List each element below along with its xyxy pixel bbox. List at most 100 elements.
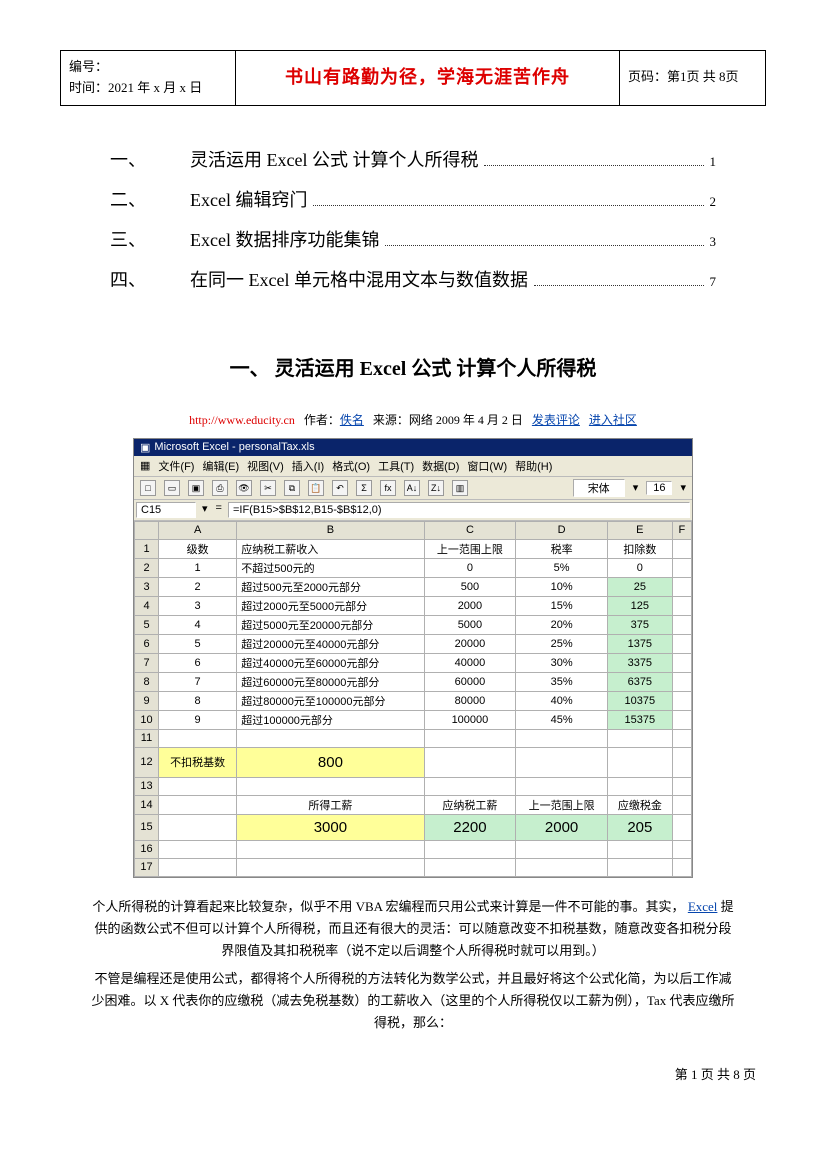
cell[interactable]: 不扣税基数	[159, 747, 237, 777]
cell[interactable]	[159, 858, 237, 876]
menu-item[interactable]: 视图(V)	[247, 458, 284, 474]
cell[interactable]	[237, 840, 424, 858]
cell[interactable]: 2200	[424, 814, 516, 840]
cell[interactable]: 超过60000元至80000元部分	[237, 672, 424, 691]
cell[interactable]: 40%	[516, 691, 608, 710]
cell[interactable]	[516, 840, 608, 858]
menu-item[interactable]: 帮助(H)	[515, 458, 552, 474]
cell[interactable]	[607, 840, 672, 858]
sort-asc-icon[interactable]: A↓	[404, 480, 420, 496]
cell[interactable]	[672, 691, 691, 710]
cell[interactable]	[672, 840, 691, 858]
paste-icon[interactable]: 📋	[308, 480, 324, 496]
cell[interactable]	[424, 858, 516, 876]
cell[interactable]	[159, 795, 237, 814]
cell[interactable]: 4	[159, 615, 237, 634]
namebox-dropdown-icon[interactable]: ▾	[198, 500, 212, 520]
cell[interactable]: 应纳税工薪收入	[237, 539, 424, 558]
cell[interactable]: 应纳税工薪	[424, 795, 516, 814]
undo-icon[interactable]: ↶	[332, 480, 348, 496]
new-icon[interactable]: □	[140, 480, 156, 496]
cell[interactable]: 15%	[516, 596, 608, 615]
cell[interactable]: 10375	[607, 691, 672, 710]
cell[interactable]: 超过2000元至5000元部分	[237, 596, 424, 615]
cell[interactable]	[237, 729, 424, 747]
cell[interactable]: 40000	[424, 653, 516, 672]
row-header[interactable]: 6	[135, 634, 159, 653]
cell[interactable]: 级数	[159, 539, 237, 558]
row-header[interactable]: 2	[135, 558, 159, 577]
cell[interactable]: 3000	[237, 814, 424, 840]
cell[interactable]: 上一范围上限	[424, 539, 516, 558]
cell[interactable]	[672, 615, 691, 634]
cell[interactable]	[424, 777, 516, 795]
cell[interactable]	[672, 814, 691, 840]
sum-icon[interactable]: Σ	[356, 480, 372, 496]
menu-item[interactable]: 插入(I)	[292, 458, 324, 474]
cell[interactable]: 3375	[607, 653, 672, 672]
toc-item[interactable]: 三、 Excel 数据排序功能集锦 3	[110, 226, 716, 252]
cell[interactable]: 2000	[424, 596, 516, 615]
cell[interactable]	[159, 814, 237, 840]
cell[interactable]: 5000	[424, 615, 516, 634]
cell[interactable]: 20000	[424, 634, 516, 653]
cell[interactable]: 1	[159, 558, 237, 577]
cell[interactable]	[159, 840, 237, 858]
toc-item[interactable]: 二、 Excel 编辑窍门 2	[110, 186, 716, 212]
row-header[interactable]: 12	[135, 747, 159, 777]
cell[interactable]	[516, 729, 608, 747]
row-header[interactable]: 5	[135, 615, 159, 634]
cell[interactable]: 6	[159, 653, 237, 672]
cell[interactable]	[672, 729, 691, 747]
cell[interactable]: 0	[607, 558, 672, 577]
cell[interactable]: 80000	[424, 691, 516, 710]
fx-icon[interactable]: fx	[380, 480, 396, 496]
cell-reference[interactable]: C15	[136, 502, 196, 518]
cell[interactable]	[607, 747, 672, 777]
menu-item[interactable]: 文件(F)	[158, 458, 194, 474]
cell[interactable]	[672, 634, 691, 653]
chart-icon[interactable]: ▥	[452, 480, 468, 496]
row-header[interactable]: 17	[135, 858, 159, 876]
cell[interactable]	[672, 672, 691, 691]
row-header[interactable]: 15	[135, 814, 159, 840]
cell[interactable]: 超过5000元至20000元部分	[237, 615, 424, 634]
col-header[interactable]: B	[237, 521, 424, 539]
cell[interactable]	[516, 747, 608, 777]
cell[interactable]: 所得工薪	[237, 795, 424, 814]
save-icon[interactable]: ▣	[188, 480, 204, 496]
cell[interactable]: 0	[424, 558, 516, 577]
cell[interactable]: 1375	[607, 634, 672, 653]
col-header[interactable]: A	[159, 521, 237, 539]
row-header[interactable]: 9	[135, 691, 159, 710]
cell[interactable]: 9	[159, 710, 237, 729]
cell[interactable]	[607, 777, 672, 795]
cell[interactable]	[424, 840, 516, 858]
sort-desc-icon[interactable]: Z↓	[428, 480, 444, 496]
row-header[interactable]: 16	[135, 840, 159, 858]
cell[interactable]: 500	[424, 577, 516, 596]
font-dropdown-icon[interactable]: ▾	[633, 481, 639, 494]
cell[interactable]	[237, 777, 424, 795]
cell[interactable]: 超过100000元部分	[237, 710, 424, 729]
row-header[interactable]: 11	[135, 729, 159, 747]
cell[interactable]	[516, 777, 608, 795]
cell[interactable]	[672, 577, 691, 596]
cell[interactable]: 800	[237, 747, 424, 777]
cell[interactable]: 7	[159, 672, 237, 691]
font-size-select[interactable]: 16	[646, 481, 672, 495]
row-header[interactable]: 7	[135, 653, 159, 672]
menu-item[interactable]: 编辑(E)	[202, 458, 239, 474]
cell[interactable]	[672, 747, 691, 777]
cell[interactable]	[516, 858, 608, 876]
row-header[interactable]: 10	[135, 710, 159, 729]
cell[interactable]: 125	[607, 596, 672, 615]
cell[interactable]: 税率	[516, 539, 608, 558]
cell[interactable]: 2000	[516, 814, 608, 840]
row-header[interactable]: 3	[135, 577, 159, 596]
cell[interactable]	[672, 596, 691, 615]
cell[interactable]	[607, 858, 672, 876]
cell[interactable]: 超过500元至2000元部分	[237, 577, 424, 596]
cell[interactable]: 375	[607, 615, 672, 634]
font-name-select[interactable]: 宋体	[573, 479, 625, 497]
